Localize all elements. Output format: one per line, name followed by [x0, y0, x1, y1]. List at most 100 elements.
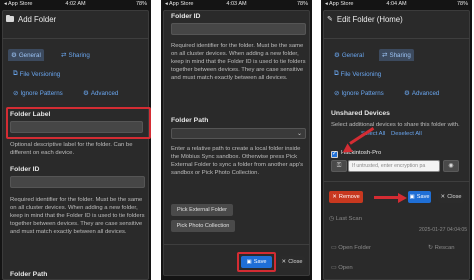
save-label: Save — [253, 259, 267, 265]
status-bar: ◂ App Store 4:04 AM 78% — [321, 0, 472, 9]
deselect-all-link[interactable]: Deselect All — [391, 130, 468, 138]
status-time: 4:02 AM — [65, 1, 86, 7]
rescan-label: Rescan — [434, 245, 455, 251]
cogs-icon: ⚙ — [404, 90, 410, 97]
status-time: 4:04 AM — [386, 1, 407, 7]
folder-path-heading: Folder Path — [171, 117, 209, 124]
tab-ignore-patterns-label: Ignore Patterns — [20, 89, 63, 97]
tab-file-versioning-label: File Versioning — [19, 70, 61, 78]
tab-advanced[interactable]: ⚙ Advanced — [401, 87, 442, 99]
folder-id-heading: Folder ID — [10, 166, 40, 173]
device-name: Hackintosh-Pro — [341, 150, 382, 156]
share-icon: ⇄ — [61, 52, 67, 59]
dialog-title-text: Add Folder — [18, 14, 57, 24]
tab-file-versioning[interactable]: ⧉ File Versioning — [10, 68, 63, 80]
open-label: Open — [338, 265, 353, 271]
folder-open-icon: ▭ — [331, 265, 337, 271]
status-battery: 78% — [456, 1, 468, 7]
open-button[interactable]: ▭ Open — [331, 264, 468, 272]
folder-label-input[interactable] — [10, 121, 143, 133]
remove-label: Remove — [338, 194, 360, 200]
folder-label-help: Optional descriptive label for the folde… — [10, 142, 133, 157]
footer-divider — [323, 181, 470, 182]
tab-general-label: General — [341, 51, 364, 59]
lock-icon[interactable]: ⚿ — [331, 160, 347, 172]
status-battery: 78% — [296, 1, 308, 7]
tab-sharing[interactable]: ⇄ Sharing — [58, 49, 93, 61]
arrow-shaft-2 — [374, 196, 398, 199]
header-divider — [2, 38, 149, 39]
trash-icon: ✕ — [332, 194, 337, 200]
tab-advanced-label: Advanced — [411, 89, 440, 97]
tab-ignore-patterns[interactable]: ⊘ Ignore Patterns — [331, 87, 387, 99]
save-icon: ▣ — [409, 194, 415, 200]
tab-sharing-label: Sharing — [68, 51, 90, 59]
footer-divider — [163, 244, 310, 245]
pencil-icon: ✎ — [327, 16, 333, 23]
remove-button[interactable]: ✕ Remove — [329, 191, 363, 203]
pick-external-folder-button[interactable]: Pick External Folder — [171, 204, 233, 216]
folder-id-heading: Folder ID — [171, 13, 201, 20]
folder-path-help: Enter a relative path to create a local … — [171, 146, 304, 177]
tab-advanced-label: Advanced — [90, 89, 119, 97]
filter-icon: ⊘ — [334, 90, 340, 97]
tab-file-versioning[interactable]: ⧉ File Versioning — [331, 68, 384, 80]
save-button[interactable]: ▣ Save — [408, 191, 431, 203]
unshared-devices-help: Select additional devices to share this … — [331, 122, 460, 128]
tab-advanced[interactable]: ⚙ Advanced — [80, 87, 121, 99]
tab-ignore-patterns[interactable]: ⊘ Ignore Patterns — [10, 87, 66, 99]
screenshot-add-folder-general: ◂ App Store 4:02 AM 78% Add Folder ⚙ Gene… — [0, 0, 151, 280]
folder-label-heading: Folder Label — [10, 111, 51, 118]
folder-open-icon: ▭ — [331, 245, 337, 251]
status-battery: 78% — [135, 1, 147, 7]
device-checkbox[interactable] — [331, 150, 338, 158]
tab-general[interactable]: ⚙ General — [331, 49, 367, 61]
dialog-title: ✎ Edit Folder (Home) — [327, 13, 403, 25]
folder-icon — [6, 14, 14, 22]
screenshot-edit-folder-sharing: ◂ App Store 4:04 AM 78% ✎ Edit Folder (H… — [321, 0, 472, 280]
save-button[interactable]: ▣ Save — [241, 256, 272, 268]
save-label: Save — [416, 194, 430, 200]
refresh-icon: ↻ — [428, 245, 433, 251]
pick-photo-collection-button[interactable]: Pick Photo Collection — [171, 220, 235, 232]
folder-id-input[interactable] — [10, 176, 145, 188]
tab-sharing-label: Sharing — [389, 51, 411, 59]
gear-icon: ⚙ — [334, 52, 340, 59]
encryption-password-input[interactable]: If untrusted, enter encryption pa — [348, 160, 440, 172]
copy-icon: ⧉ — [13, 70, 18, 77]
last-scan-value: 2025-01-27 04:04:05 — [419, 227, 468, 233]
cogs-icon: ⚙ — [83, 90, 89, 97]
screenshot-add-folder-path: ◂ App Store 4:03 AM 78% Folder ID Requir… — [161, 0, 312, 280]
gear-icon: ⚙ — [11, 52, 17, 59]
eye-icon[interactable]: ◉ — [443, 160, 459, 172]
dialog-title: Add Folder — [6, 13, 56, 25]
tab-general[interactable]: ⚙ General — [8, 49, 44, 61]
share-icon: ⇄ — [382, 52, 388, 59]
folder-id-input[interactable] — [171, 23, 306, 35]
folder-id-help: Required identifier for the folder. Must… — [171, 43, 306, 82]
folder-id-help: Required identifier for the folder. Must… — [10, 197, 145, 236]
save-icon: ▣ — [246, 259, 252, 265]
folder-path-select[interactable]: ⌄ — [171, 128, 306, 139]
filter-icon: ⊘ — [13, 90, 19, 97]
tab-file-versioning-label: File Versioning — [340, 70, 382, 78]
tab-sharing[interactable]: ⇄ Sharing — [379, 49, 414, 61]
copy-icon: ⧉ — [334, 70, 339, 77]
close-button[interactable]: ✕ Close — [279, 256, 305, 268]
tab-general-label: General — [18, 51, 41, 59]
close-button[interactable]: ✕ Close — [438, 191, 464, 203]
folder-path-heading: Folder Path — [10, 271, 48, 278]
clock-icon: ◷ — [329, 216, 335, 222]
status-bar: ◂ App Store 4:03 AM 78% — [161, 0, 312, 9]
tab-ignore-patterns-label: Ignore Patterns — [341, 89, 384, 97]
close-label: Close — [447, 194, 462, 200]
header-divider — [323, 38, 470, 39]
unshared-devices-heading: Unshared Devices — [331, 110, 390, 117]
status-bar: ◂ App Store 4:02 AM 78% — [0, 0, 151, 9]
rescan-button[interactable]: ↻ Rescan — [428, 244, 468, 252]
arrow-head-2 — [398, 193, 407, 203]
open-folder-label: Open Folder — [338, 245, 371, 251]
last-scan-label: ◷ Last Scan — [329, 215, 468, 223]
close-icon: ✕ — [440, 194, 446, 200]
last-scan-text: Last Scan — [335, 216, 362, 222]
